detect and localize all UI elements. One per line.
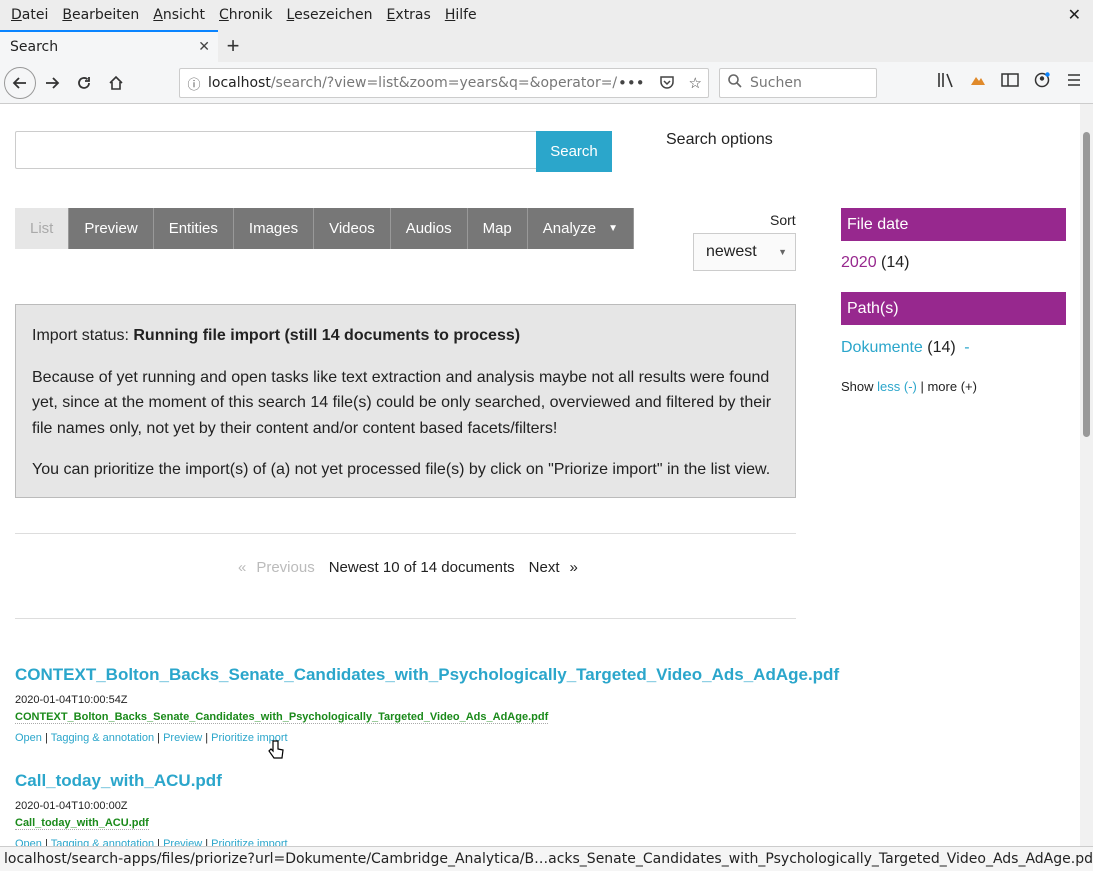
prev-arrow: « xyxy=(238,559,247,576)
menu-lesezeichen[interactable]: Lesezeichen xyxy=(280,7,380,23)
caret-down-icon: ▼ xyxy=(608,223,619,234)
tab-entities[interactable]: Entities xyxy=(153,208,234,249)
sidebar-icon[interactable] xyxy=(1001,72,1019,93)
menu-hilfe[interactable]: Hilfe xyxy=(438,7,484,23)
nav-bar: ⓘ localhost /search/?view=list&zoom=year… xyxy=(0,62,1093,104)
result-item: CONTEXT_Bolton_Backs_Senate_Candidates_w… xyxy=(15,665,839,744)
back-icon[interactable] xyxy=(4,66,36,99)
browser-search-input[interactable]: Suchen xyxy=(719,68,877,98)
site-info-icon[interactable]: ⓘ xyxy=(180,74,208,93)
divider xyxy=(15,533,796,534)
result-title[interactable]: Call_today_with_ACU.pdf xyxy=(15,771,288,791)
extension-icon[interactable] xyxy=(969,72,987,93)
tab-search[interactable]: Search ✕ xyxy=(0,30,218,62)
search-options-link[interactable]: Search options xyxy=(666,131,773,149)
import-status-explanation: Because of yet running and open tasks li… xyxy=(32,368,772,437)
scrollbar[interactable] xyxy=(1080,104,1093,846)
tab-title: Search xyxy=(10,39,59,55)
facet-path-link[interactable]: Dokumente xyxy=(841,339,923,356)
result-actions: Open | Tagging & annotation | Preview | … xyxy=(15,838,288,846)
search-button[interactable]: Search xyxy=(536,131,612,172)
menu-extras[interactable]: Extras xyxy=(380,7,438,23)
import-status-strong: Running file import (still 14 documents … xyxy=(133,327,521,344)
page-content: Search Search options List Preview Entit… xyxy=(0,104,1080,846)
facet-file-date-header: File date xyxy=(841,208,1066,241)
new-tab-icon[interactable]: + xyxy=(218,30,248,62)
query-input[interactable] xyxy=(15,131,537,169)
menu-ansicht[interactable]: Ansicht xyxy=(146,7,212,23)
pagination: « Previous Newest 10 of 14 documents Nex… xyxy=(238,559,578,576)
import-status-box: Import status: Running file import (stil… xyxy=(15,304,796,498)
next-arrow[interactable]: » xyxy=(570,559,578,576)
next-link[interactable]: Next xyxy=(529,559,560,576)
tab-videos[interactable]: Videos xyxy=(314,208,391,249)
browser-search-placeholder: Suchen xyxy=(750,75,802,91)
tagging-link[interactable]: Tagging & annotation xyxy=(51,732,154,744)
menu-bar: Datei Bearbeiten Ansicht Chronik Lesezei… xyxy=(0,0,1093,30)
menu-bearbeiten[interactable]: Bearbeiten xyxy=(55,7,146,23)
import-status-line: Import status: Running file import (stil… xyxy=(32,327,521,344)
menu-icon[interactable] xyxy=(1065,72,1083,93)
preview-link[interactable]: Preview xyxy=(163,838,202,846)
result-filename[interactable]: Call_today_with_ACU.pdf xyxy=(15,817,149,830)
sort-label: Sort xyxy=(770,212,796,228)
home-icon[interactable] xyxy=(100,67,132,99)
show-more-link[interactable]: more (+) xyxy=(927,379,976,394)
window-close-icon[interactable]: ✕ xyxy=(1068,5,1081,25)
prioritize-import-link[interactable]: Prioritize import xyxy=(211,838,287,846)
divider xyxy=(15,618,796,619)
facet-show-controls: Show less (-) | more (+) xyxy=(841,379,977,394)
chevron-down-icon: ▼ xyxy=(778,247,787,257)
result-date: 2020-01-04T10:00:00Z xyxy=(15,800,128,812)
result-actions: Open | Tagging & annotation | Preview | … xyxy=(15,732,288,744)
import-status-hint: You can prioritize the import(s) of (a) … xyxy=(32,461,771,478)
result-title[interactable]: CONTEXT_Bolton_Backs_Senate_Candidates_w… xyxy=(15,665,839,685)
tagging-link[interactable]: Tagging & annotation xyxy=(51,838,154,846)
facet-year-link[interactable]: 2020 xyxy=(841,254,877,271)
reload-icon[interactable] xyxy=(68,67,100,99)
prev-link: Previous xyxy=(256,559,315,576)
open-link[interactable]: Open xyxy=(15,838,42,846)
hand-cursor-icon xyxy=(268,740,284,765)
url-bar[interactable]: ⓘ localhost /search/?view=list&zoom=year… xyxy=(179,68,709,98)
scrollbar-thumb[interactable] xyxy=(1083,132,1090,437)
library-icon[interactable] xyxy=(937,72,955,93)
tab-analyze[interactable]: Analyze ▼ xyxy=(527,208,635,249)
result-date: 2020-01-04T10:00:54Z xyxy=(15,694,128,706)
sort-value: newest xyxy=(706,243,757,260)
tab-preview[interactable]: Preview xyxy=(69,208,154,249)
tab-list[interactable]: List xyxy=(15,208,70,249)
pocket-icon[interactable] xyxy=(659,74,675,94)
page-actions-icon[interactable]: ••• xyxy=(618,74,645,94)
search-icon xyxy=(728,74,742,92)
result-filename[interactable]: CONTEXT_Bolton_Backs_Senate_Candidates_w… xyxy=(15,711,549,724)
view-tabs: List Preview Entities Images Videos Audi… xyxy=(15,208,635,249)
sort-select[interactable]: newest ▼ xyxy=(693,233,796,271)
menu-chronik[interactable]: Chronik xyxy=(212,7,280,23)
facet-path-item: Dokumente (14) - xyxy=(841,339,970,356)
tab-analyze-label: Analyze xyxy=(542,220,597,237)
facet-path-exclude[interactable]: - xyxy=(964,339,969,356)
account-icon[interactable] xyxy=(1033,72,1051,93)
facet-paths-header: Path(s) xyxy=(841,292,1066,325)
tab-audios[interactable]: Audios xyxy=(390,208,468,249)
pager-summary: Newest 10 of 14 documents xyxy=(328,559,515,576)
tab-map[interactable]: Map xyxy=(467,208,528,249)
open-link[interactable]: Open xyxy=(15,732,42,744)
url-host: localhost xyxy=(208,75,271,91)
forward-icon[interactable] xyxy=(36,67,68,99)
preview-link[interactable]: Preview xyxy=(163,732,202,744)
tab-images[interactable]: Images xyxy=(233,208,315,249)
link-status-bar: localhost/search-apps/files/priorize?url… xyxy=(0,846,1093,871)
url-path: /search/?view=list&zoom=years&q=&operato… xyxy=(270,75,618,91)
facet-file-date-item: 2020 (14) xyxy=(841,254,910,271)
show-less-link[interactable]: less (-) xyxy=(877,379,917,394)
result-item: Call_today_with_ACU.pdf 2020-01-04T10:00… xyxy=(15,771,288,846)
menu-datei[interactable]: Datei xyxy=(4,7,55,23)
bookmark-star-icon[interactable]: ☆ xyxy=(689,74,702,94)
tab-bar: Search ✕ + xyxy=(0,30,1093,62)
tab-close-icon[interactable]: ✕ xyxy=(198,39,210,55)
